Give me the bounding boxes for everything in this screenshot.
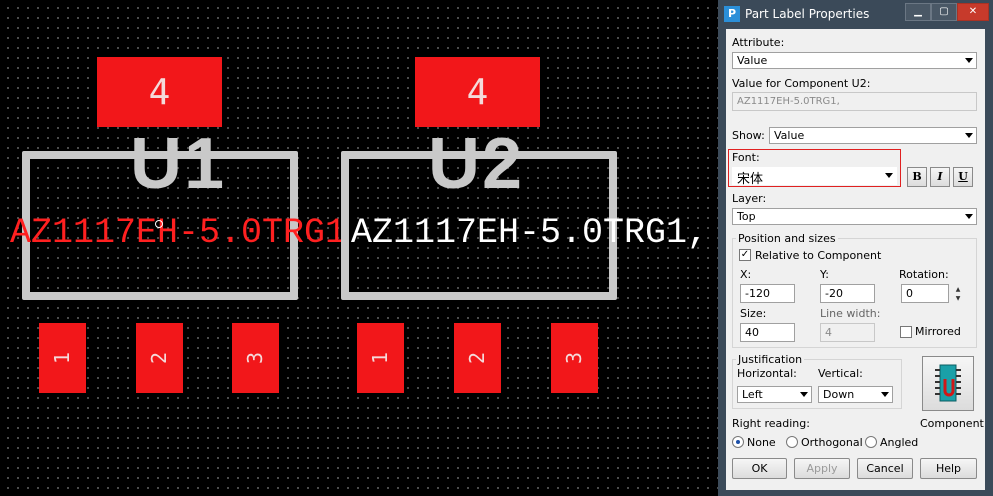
value-field[interactable]: AZ1117EH-5.0TRG1,	[732, 92, 977, 111]
right-reading-label: Right reading:	[732, 417, 810, 430]
attribute-label: Attribute:	[732, 36, 785, 49]
x-input[interactable]: -120	[740, 284, 795, 303]
mirrored-checkbox[interactable]	[900, 326, 912, 338]
value-for-label: Value for Component U2:	[732, 77, 871, 90]
u2-designator[interactable]: U2	[428, 128, 524, 200]
horizontal-select[interactable]: Left	[737, 386, 812, 403]
show-label: Show:	[732, 129, 765, 142]
vertical-selected: Down	[823, 388, 855, 401]
x-label: X:	[740, 268, 752, 281]
label-origin-marker	[155, 220, 163, 228]
u1-pad-2[interactable]: 2	[136, 323, 183, 393]
u1-designator[interactable]: U1	[130, 128, 226, 200]
show-selected: Value	[774, 129, 805, 142]
u1-pad-1[interactable]: 1	[39, 323, 86, 393]
mirrored-label: Mirrored	[915, 325, 961, 338]
vertical-label: Vertical:	[818, 367, 863, 380]
italic-button[interactable]: I	[930, 167, 950, 187]
line-width-input[interactable]: 4	[820, 323, 875, 342]
size-label: Size:	[740, 307, 767, 320]
underline-button[interactable]: U	[953, 167, 973, 187]
chevron-down-icon	[885, 173, 893, 178]
component-chip-icon	[935, 364, 961, 402]
part-label-properties-dialog: P Part Label Properties ▁ ▢ ✕ Attribute:…	[718, 0, 993, 496]
u1-pad-3[interactable]: 3	[232, 323, 279, 393]
reading-none-radio[interactable]	[732, 436, 744, 448]
relative-checkbox[interactable]: ✓	[739, 249, 751, 261]
reading-angled-radio[interactable]	[865, 436, 877, 448]
app-icon: P	[724, 6, 740, 22]
layer-selected: Top	[737, 210, 756, 223]
apply-button[interactable]: Apply	[794, 458, 850, 479]
reading-angled-label: Angled	[880, 436, 919, 449]
u2-pad-4[interactable]: 4	[415, 57, 540, 127]
font-label: Font:	[732, 151, 760, 164]
size-input[interactable]: 40	[740, 323, 795, 342]
dialog-title: Part Label Properties	[745, 7, 870, 21]
minimize-button[interactable]: ▁	[905, 3, 931, 21]
maximize-button[interactable]: ▢	[931, 3, 957, 21]
y-input[interactable]: -20	[820, 284, 875, 303]
help-button[interactable]: Help	[920, 458, 977, 479]
chevron-down-icon	[800, 392, 808, 397]
horizontal-label: Horizontal:	[737, 367, 797, 380]
pad-number: 3	[562, 351, 587, 365]
u1-value-label[interactable]: AZ1117EH-5.0TRG1	[10, 216, 346, 251]
reading-orthogonal-radio[interactable]	[786, 436, 798, 448]
u2-pad-2[interactable]: 2	[454, 323, 501, 393]
chevron-down-icon	[881, 392, 889, 397]
chevron-down-icon	[965, 58, 973, 63]
pad-number: 2	[465, 351, 490, 365]
reading-none-label: None	[747, 436, 776, 449]
chevron-down-icon	[965, 133, 973, 138]
pad-number: 4	[148, 71, 171, 113]
u2-value-label[interactable]: AZ1117EH-5.0TRG1,	[351, 216, 708, 251]
vertical-select[interactable]: Down	[818, 386, 893, 403]
dialog-body: Attribute: Value Value for Component U2:…	[726, 29, 985, 490]
pad-number: 1	[50, 351, 75, 365]
horizontal-selected: Left	[742, 388, 763, 401]
show-select[interactable]: Value	[769, 127, 977, 144]
dialog-titlebar[interactable]: P Part Label Properties ▁ ▢ ✕	[718, 0, 993, 28]
u2-pad-1[interactable]: 1	[357, 323, 404, 393]
component-label: Component	[920, 417, 984, 430]
attribute-select[interactable]: Value	[732, 52, 977, 69]
spin-up-icon: ▲	[955, 286, 961, 293]
font-selected: 宋体	[737, 172, 764, 187]
pad-number: 4	[466, 71, 489, 113]
pad-number: 2	[147, 351, 172, 365]
relative-label: Relative to Component	[755, 249, 882, 262]
justification-title: Justification	[736, 353, 805, 366]
minimize-icon: ▁	[914, 6, 922, 17]
u1-pad-4[interactable]: 4	[97, 57, 222, 127]
close-icon: ✕	[968, 6, 978, 17]
pad-number: 3	[243, 351, 268, 365]
y-label: Y:	[820, 268, 829, 281]
component-button[interactable]	[922, 356, 974, 411]
maximize-icon: ▢	[939, 6, 949, 17]
chevron-down-icon	[965, 214, 973, 219]
rotation-spinner[interactable]: ▲ ▼	[953, 285, 963, 303]
ok-button[interactable]: OK	[732, 458, 787, 479]
position-sizes-title: Position and sizes	[736, 232, 838, 245]
bold-button[interactable]: B	[907, 167, 927, 187]
line-width-label: Line width:	[820, 307, 881, 320]
font-select[interactable]: 宋体	[732, 167, 897, 187]
rotation-input[interactable]: 0	[901, 284, 949, 303]
spin-down-icon: ▼	[955, 295, 961, 302]
rotation-label: Rotation:	[899, 268, 949, 281]
u2-pad-3[interactable]: 3	[551, 323, 598, 393]
cancel-button[interactable]: Cancel	[857, 458, 913, 479]
reading-orthogonal-label: Orthogonal	[801, 436, 863, 449]
pad-number: 1	[368, 351, 393, 365]
layer-label: Layer:	[732, 192, 767, 205]
layer-select[interactable]: Top	[732, 208, 977, 225]
close-button[interactable]: ✕	[957, 3, 989, 21]
attribute-selected: Value	[737, 54, 768, 67]
